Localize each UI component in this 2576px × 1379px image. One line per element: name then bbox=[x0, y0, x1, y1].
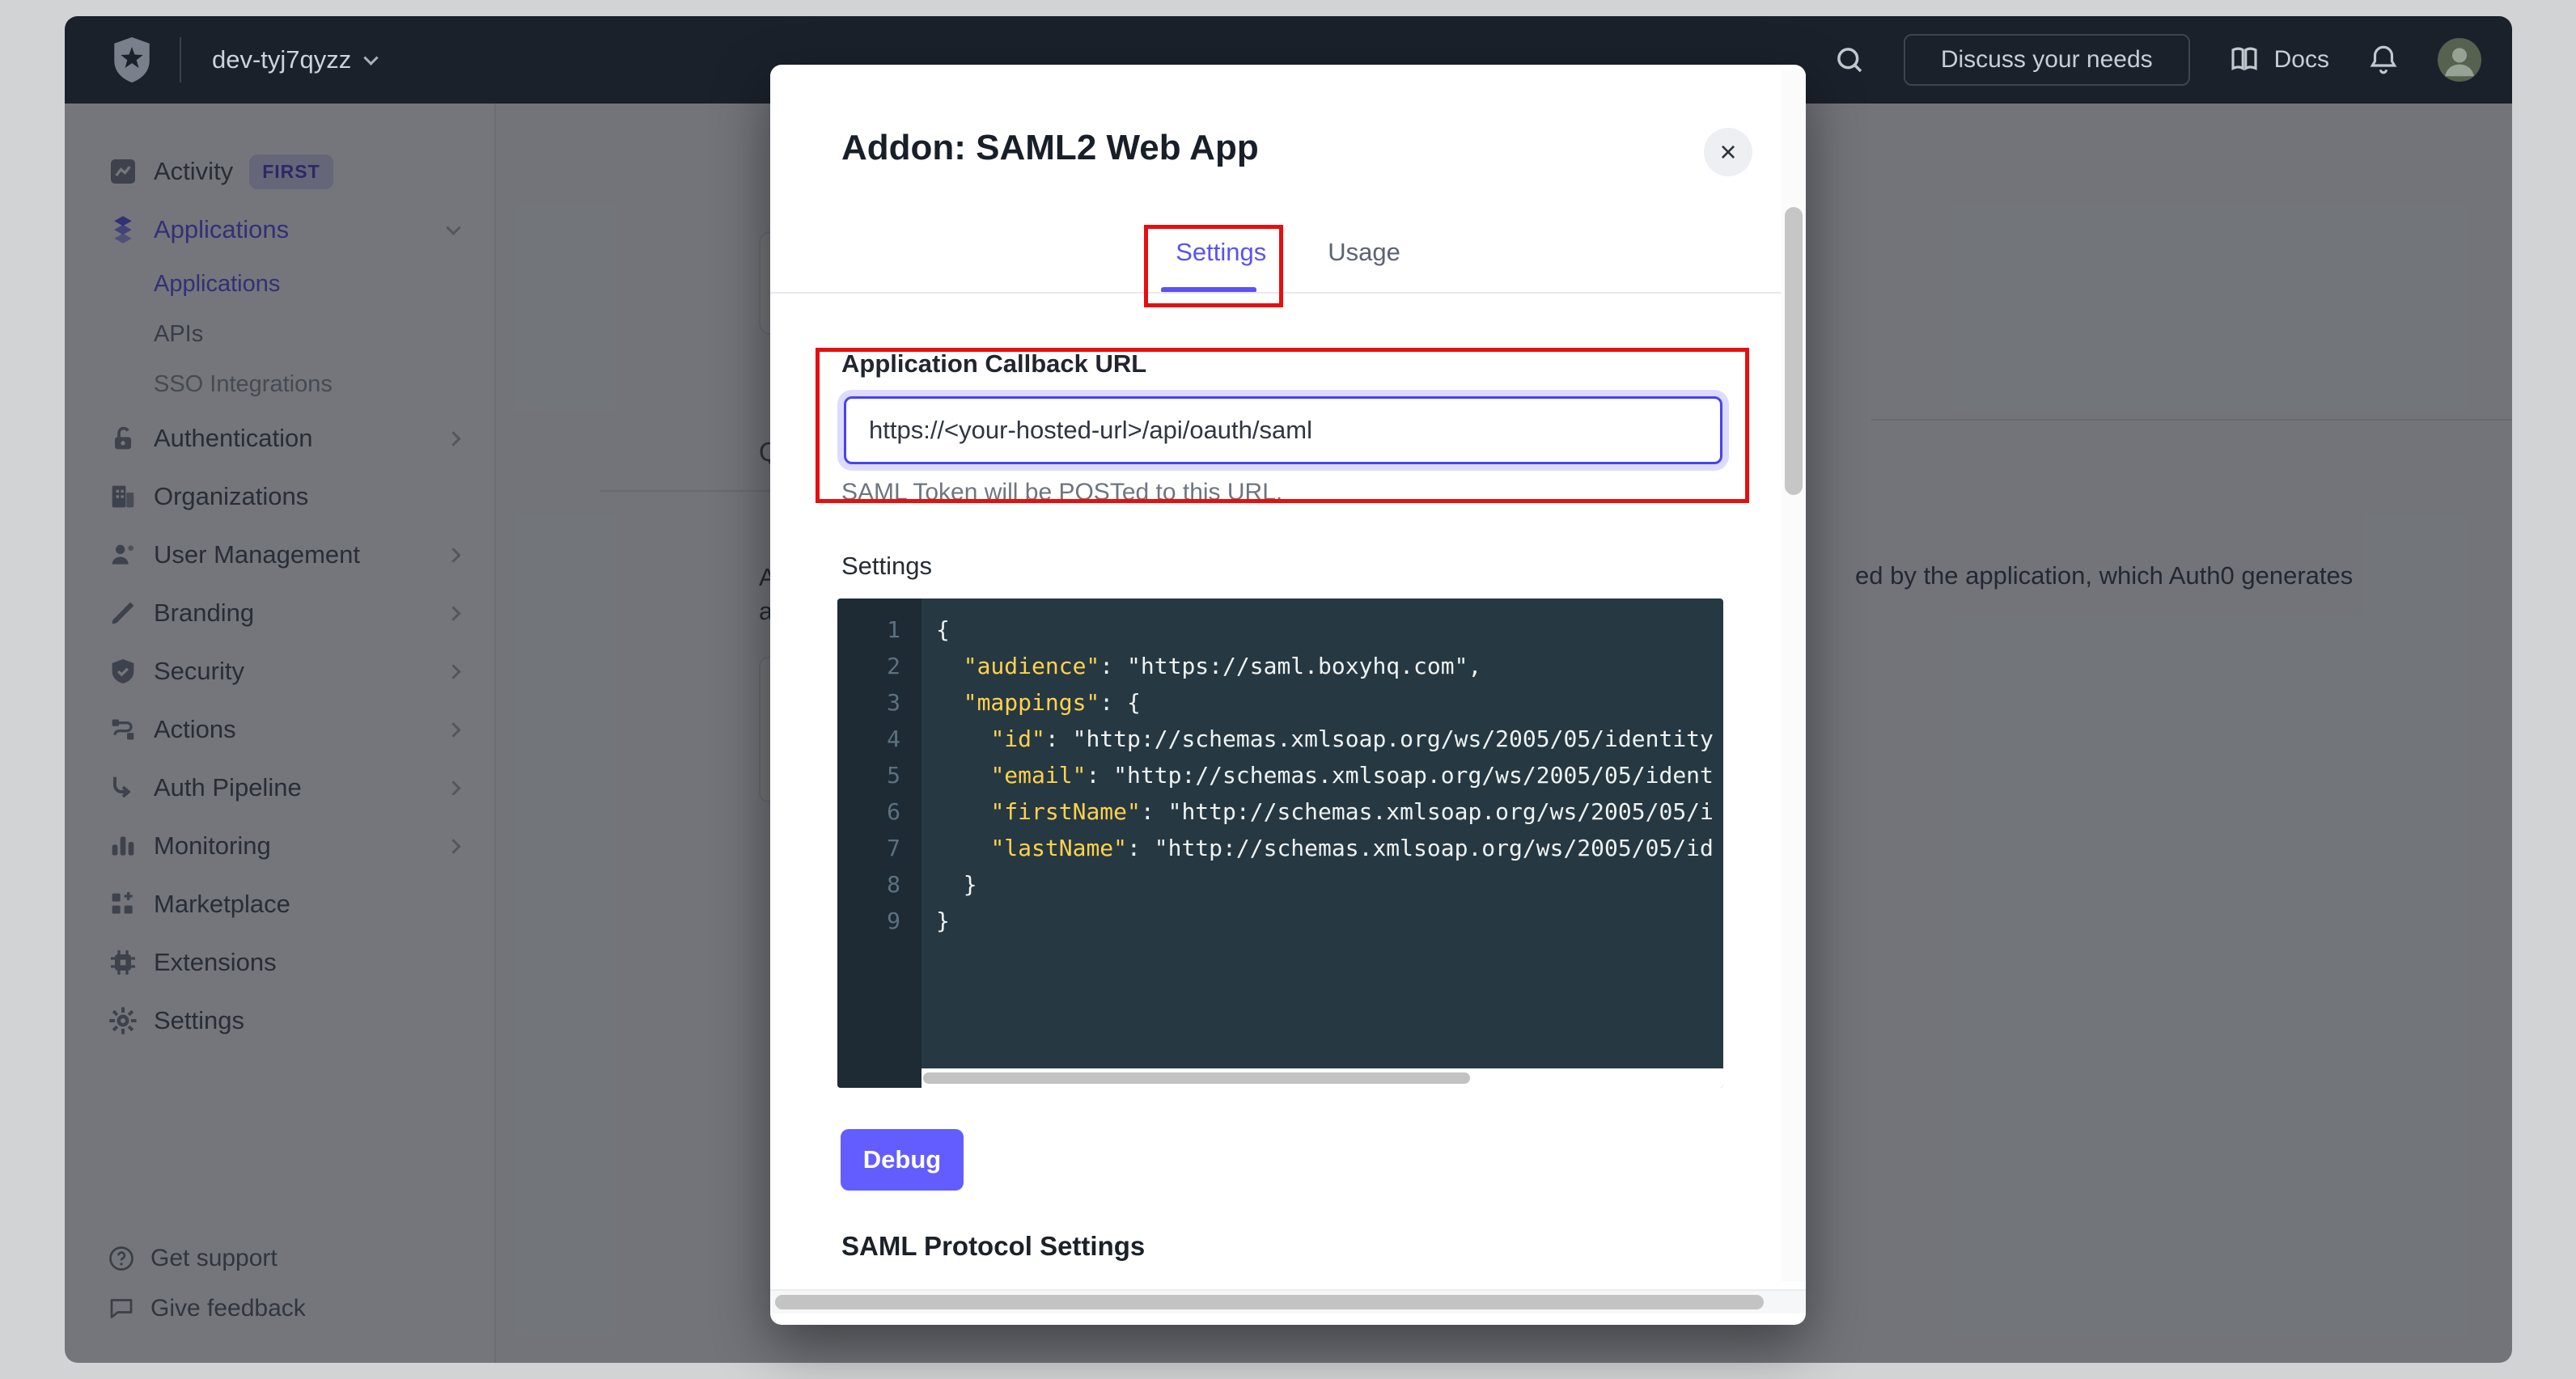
debug-button[interactable]: Debug bbox=[841, 1129, 964, 1191]
line-number: 6 bbox=[837, 793, 922, 830]
discuss-your-needs-button[interactable]: Discuss your needs bbox=[1904, 34, 2190, 86]
code-text: "lastName": "http://schemas.xmlsoap.org/… bbox=[922, 830, 1723, 866]
line-number: 3 bbox=[837, 684, 922, 721]
line-number: 5 bbox=[837, 757, 922, 793]
modal-horizontal-scrollbar[interactable] bbox=[770, 1289, 1806, 1313]
code-text: } bbox=[922, 903, 1723, 939]
modal-vertical-scrollbar[interactable] bbox=[1782, 70, 1806, 1281]
line-number: 8 bbox=[837, 866, 922, 903]
tenant-switcher[interactable]: dev-tyj7qyzz bbox=[212, 16, 376, 104]
code-line-2: 2 "audience": "https://saml.boxyhq.com", bbox=[837, 648, 1723, 684]
docs-label: Docs bbox=[2274, 46, 2329, 74]
tab-settings[interactable]: Settings bbox=[1176, 238, 1266, 267]
settings-section-label: Settings bbox=[841, 552, 932, 581]
line-number: 4 bbox=[837, 721, 922, 757]
code-line-1: 1{ bbox=[837, 611, 1723, 648]
close-icon[interactable]: × bbox=[1704, 128, 1752, 176]
code-line-8: 8 } bbox=[837, 866, 1723, 903]
code-text: "firstName": "http://schemas.xmlsoap.org… bbox=[922, 793, 1723, 830]
editor-horizontal-scrollbar[interactable] bbox=[922, 1068, 1723, 1088]
modal-tabs: Settings Usage bbox=[770, 238, 1806, 267]
line-number: 2 bbox=[837, 648, 922, 684]
book-icon bbox=[2227, 43, 2261, 77]
line-number: 9 bbox=[837, 903, 922, 939]
code-line-7: 7 "lastName": "http://schemas.xmlsoap.or… bbox=[837, 830, 1723, 866]
code-line-9: 9} bbox=[837, 903, 1723, 939]
addon-saml2-modal: Addon: SAML2 Web App × Settings Usage Ap… bbox=[770, 65, 1806, 1325]
line-number: 7 bbox=[837, 830, 922, 866]
settings-code-editor[interactable]: 1{2 "audience": "https://saml.boxyhq.com… bbox=[837, 599, 1723, 1088]
code-text: "id": "http://schemas.xmlsoap.org/ws/200… bbox=[922, 721, 1723, 757]
chevron-down-icon bbox=[364, 50, 379, 65]
auth0-logo-icon[interactable] bbox=[112, 37, 152, 82]
saml-protocol-settings-heading: SAML Protocol Settings bbox=[841, 1231, 1145, 1262]
user-avatar[interactable] bbox=[2438, 38, 2481, 82]
modal-vertical-scrollbar-thumb[interactable] bbox=[1785, 207, 1803, 495]
notifications-bell-icon[interactable] bbox=[2366, 43, 2400, 77]
tabs-divider bbox=[770, 292, 1806, 294]
code-line-4: 4 "id": "http://schemas.xmlsoap.org/ws/2… bbox=[837, 721, 1723, 757]
callback-url-label: Application Callback URL bbox=[841, 349, 1146, 379]
tab-usage[interactable]: Usage bbox=[1328, 238, 1400, 267]
docs-link[interactable]: Docs bbox=[2227, 43, 2329, 77]
callback-url-helper: SAML Token will be POSTed to this URL. bbox=[841, 479, 1282, 506]
editor-horizontal-scrollbar-thumb[interactable] bbox=[923, 1072, 1470, 1084]
line-number: 1 bbox=[837, 611, 922, 648]
callback-url-input[interactable] bbox=[844, 396, 1722, 464]
code-text: "audience": "https://saml.boxyhq.com", bbox=[922, 648, 1723, 684]
modal-horizontal-scrollbar-thumb[interactable] bbox=[775, 1295, 1764, 1309]
tenant-name: dev-tyj7qyzz bbox=[212, 45, 351, 74]
code-line-6: 6 "firstName": "http://schemas.xmlsoap.o… bbox=[837, 793, 1723, 830]
code-text: } bbox=[922, 866, 1723, 903]
code-line-5: 5 "email": "http://schemas.xmlsoap.org/w… bbox=[837, 757, 1723, 793]
code-text: "mappings": { bbox=[922, 684, 1723, 721]
topbar-divider bbox=[180, 37, 181, 82]
code-text: { bbox=[922, 611, 1723, 648]
code-text: "email": "http://schemas.xmlsoap.org/ws/… bbox=[922, 757, 1723, 793]
modal-title: Addon: SAML2 Web App bbox=[841, 128, 1259, 168]
code-line-3: 3 "mappings": { bbox=[837, 684, 1723, 721]
search-icon[interactable] bbox=[1832, 43, 1866, 77]
